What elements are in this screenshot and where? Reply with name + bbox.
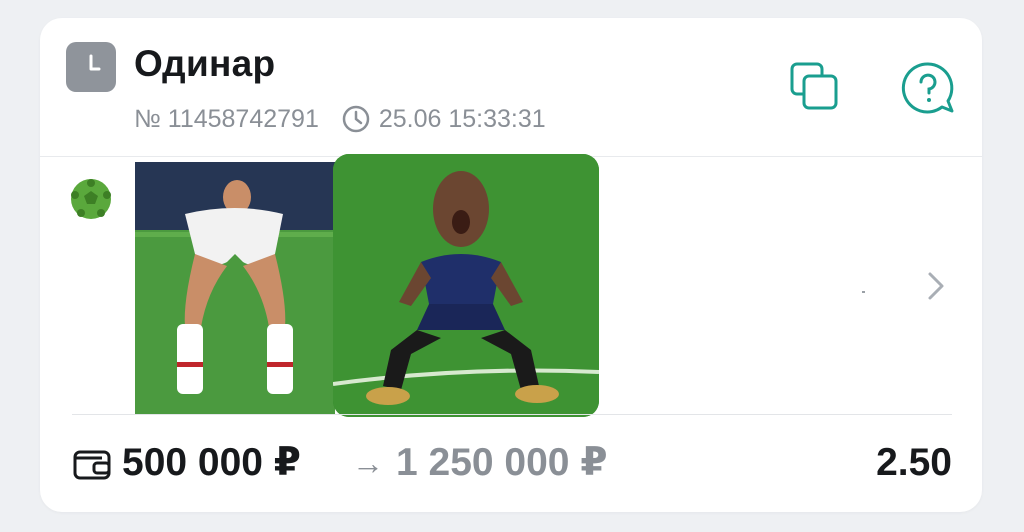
time-clock-icon: [342, 105, 370, 133]
copy-icon: [790, 62, 838, 110]
soccer-ball-icon: [71, 179, 111, 219]
clock-icon: [66, 42, 116, 92]
player-photo-left: [135, 162, 335, 414]
bet-number: № 11458742791: [134, 105, 319, 133]
wallet-icon: [73, 450, 111, 480]
player-photo-right: [333, 154, 599, 417]
potential-payout: 1 250 000 ₽: [396, 441, 608, 484]
copy-button[interactable]: [786, 58, 846, 118]
odds-value: 2.50: [876, 441, 952, 484]
help-button[interactable]: [898, 58, 958, 118]
stake-amount: 500 000 ₽: [122, 441, 301, 484]
footer-divider: [72, 414, 952, 415]
chevron-right-icon[interactable]: [918, 268, 954, 304]
bet-type-title: Одинар: [134, 43, 276, 84]
separator-dot: [862, 291, 865, 293]
bet-datetime: 25.06 15:33:31: [378, 105, 546, 133]
arrow-icon: →: [352, 445, 384, 481]
bet-meta: № 11458742791 25.06 15:33:31: [134, 104, 546, 134]
bet-card: Одинар № 11458742791 25.06 15:33:31 500 …: [40, 18, 982, 512]
help-chat-icon: [901, 62, 954, 114]
bet-summary: 500 000 ₽ → 1 250 000 ₽ 2.50: [72, 438, 952, 488]
